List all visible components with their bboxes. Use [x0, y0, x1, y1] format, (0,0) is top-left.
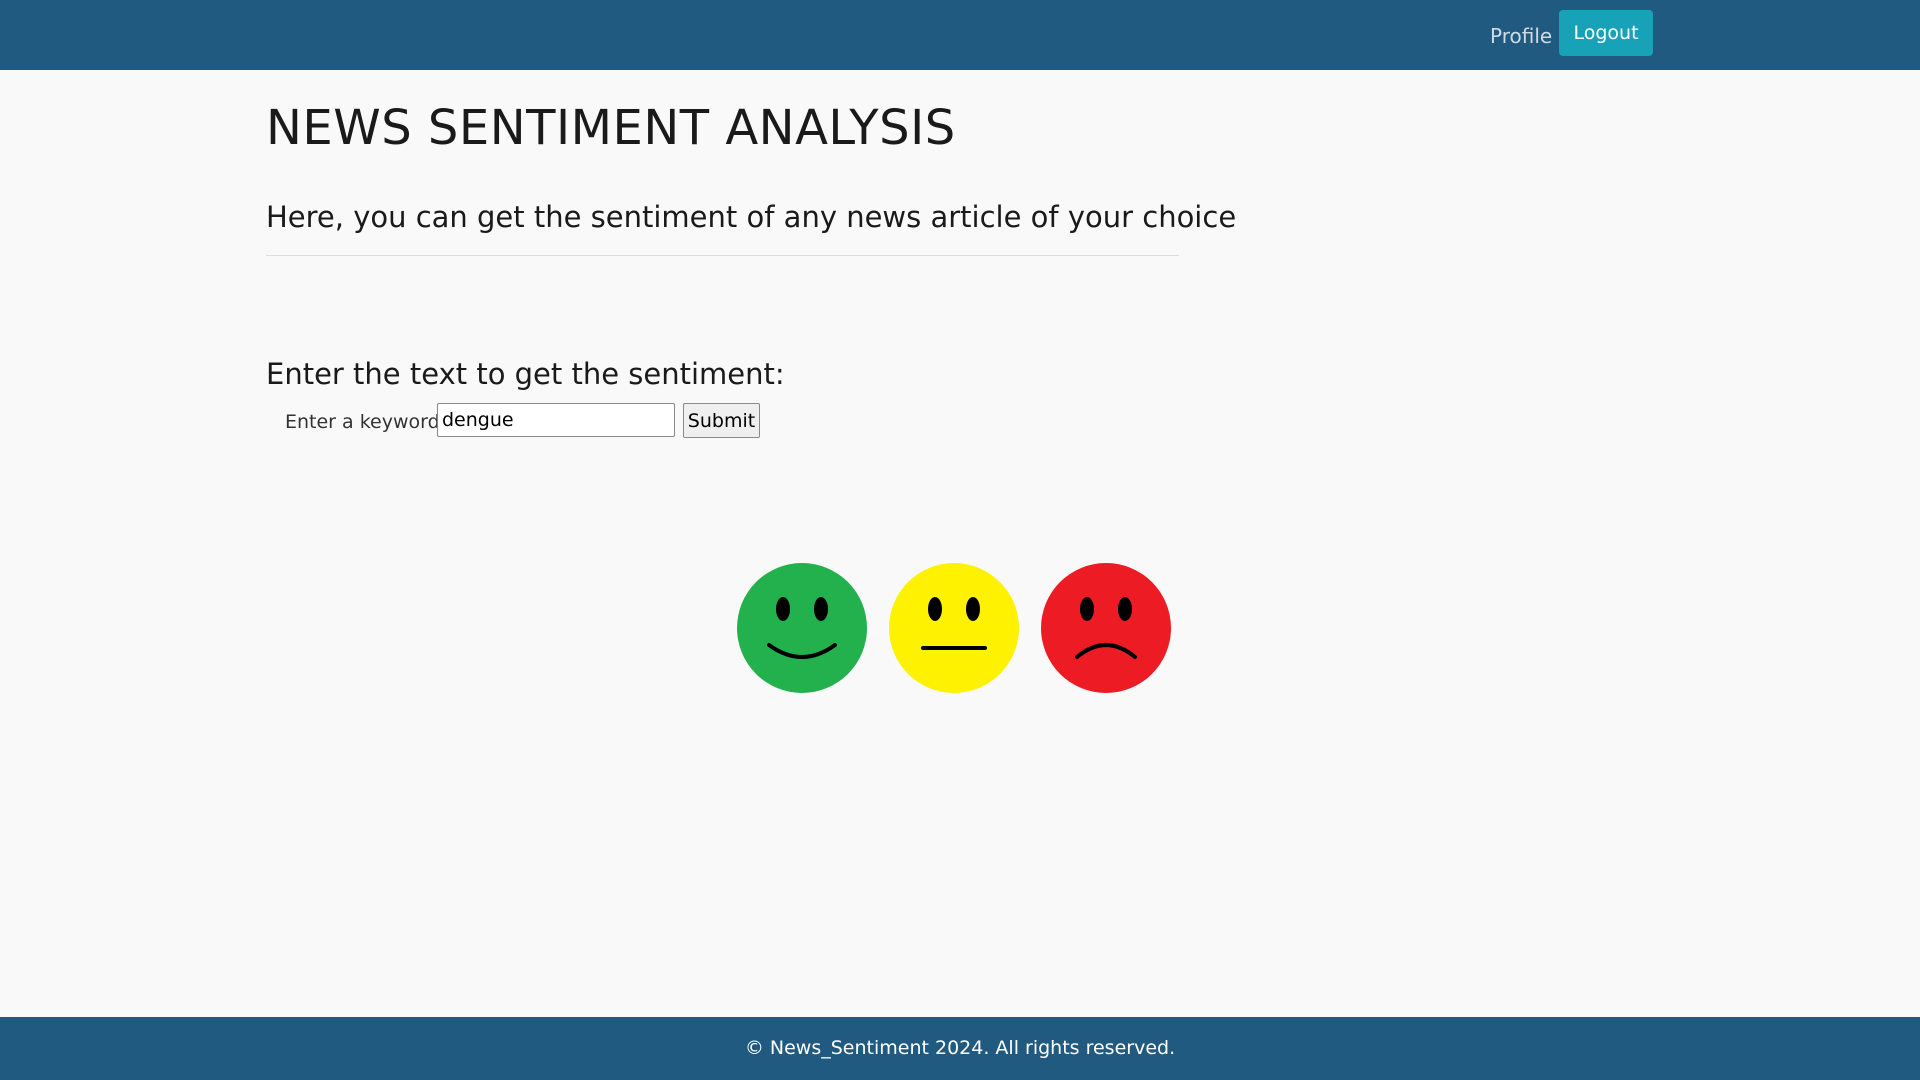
- keyword-input[interactable]: [437, 403, 675, 437]
- divider: [266, 255, 1179, 256]
- sad-face-circle: [1041, 563, 1171, 693]
- page-title: NEWS SENTIMENT ANALYSIS: [266, 100, 956, 156]
- happy-face-circle: [737, 563, 867, 693]
- neutral-face-icon: [889, 563, 1019, 693]
- footer: © News_Sentiment 2024. All rights reserv…: [0, 1017, 1920, 1080]
- page-subtitle: Here, you can get the sentiment of any n…: [266, 200, 1237, 234]
- sad-face-icon: [1041, 563, 1171, 693]
- form-heading: Enter the text to get the sentiment:: [266, 357, 785, 391]
- logout-button[interactable]: Logout: [1559, 10, 1653, 56]
- happy-face-icon: [737, 563, 867, 693]
- keyword-label: Enter a keyword:: [285, 411, 447, 433]
- navbar: Profile Logout: [0, 0, 1920, 70]
- footer-text: © News_Sentiment 2024. All rights reserv…: [744, 1037, 1176, 1059]
- sentiment-faces: [737, 563, 1173, 693]
- profile-link[interactable]: Profile: [1490, 24, 1552, 48]
- submit-button[interactable]: Submit: [683, 403, 760, 438]
- neutral-face-circle: [889, 563, 1019, 693]
